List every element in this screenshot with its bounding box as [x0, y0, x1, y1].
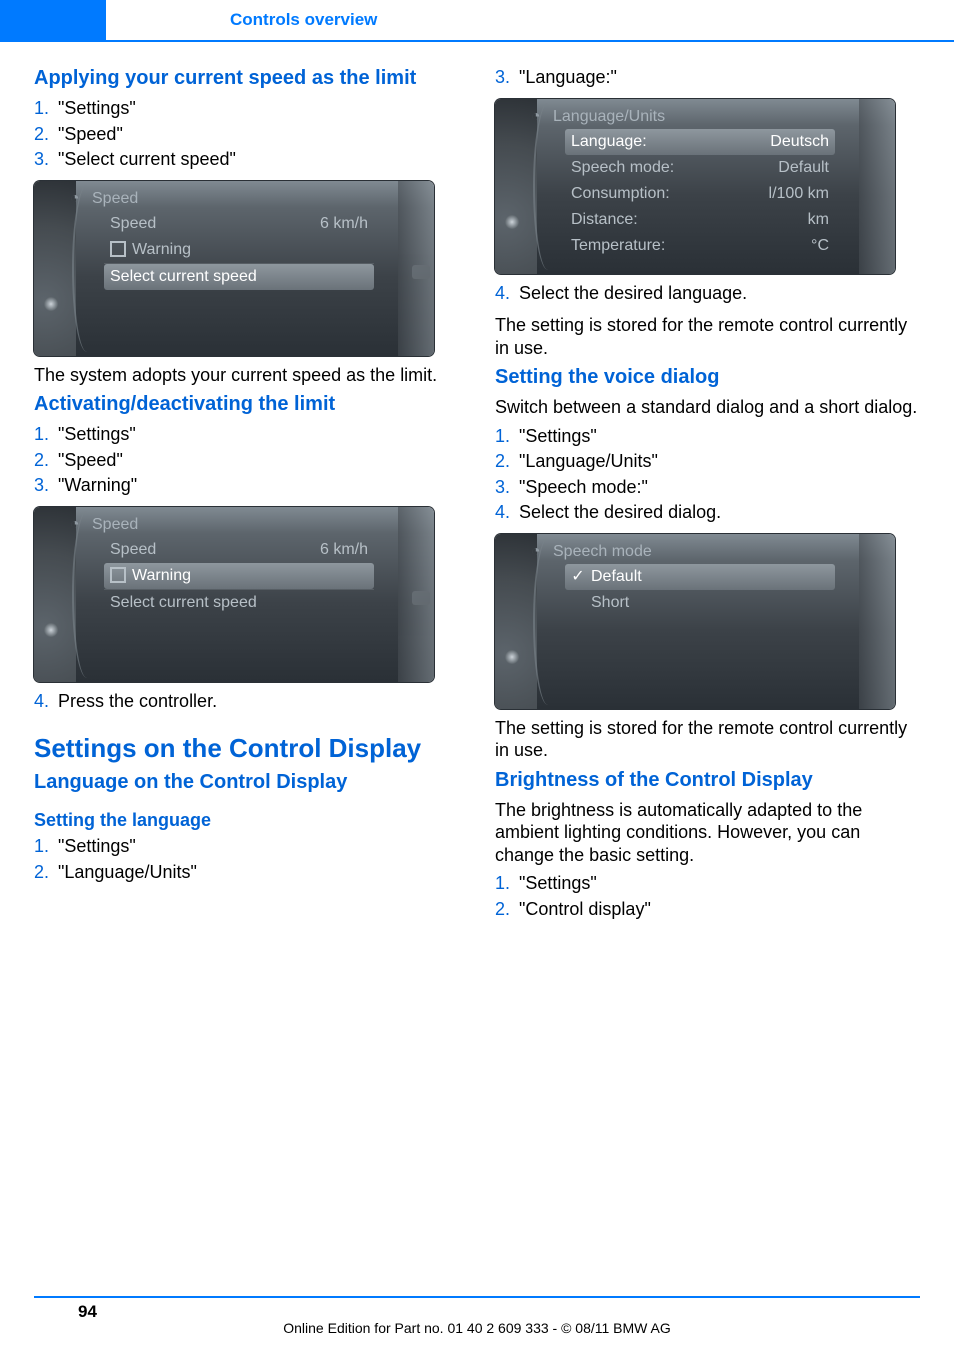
step-number: 1. [34, 835, 58, 858]
step-number: 3. [495, 66, 519, 89]
checkbox-icon [110, 567, 126, 583]
heading-brightness: Brightness of the Control Display [495, 768, 920, 793]
gauge-icon: ◔ [70, 189, 80, 209]
mock-row-value: 6 km/h [320, 540, 368, 560]
steps-press-controller: 4.Press the controller. [34, 690, 459, 713]
mock-row-label: Speech mode: [571, 158, 674, 178]
step-number: 2. [495, 898, 519, 921]
left-column: Applying your current speed as the limit… [34, 62, 459, 930]
mock-row-value: 6 km/h [320, 214, 368, 234]
step-number: 4. [495, 282, 519, 305]
step-text: Select the desired dialog. [519, 501, 920, 524]
heading-setting-language: Setting the language [34, 809, 459, 832]
mock-row-value: Default [778, 158, 829, 178]
paragraph: The system adopts your current speed as … [34, 364, 459, 387]
heading-voice-dialog: Setting the voice dialog [495, 365, 920, 390]
paragraph: The brightness is automatically adapted … [495, 799, 920, 867]
header-section: Controls [0, 0, 190, 40]
gauge-icon: ◔ [531, 107, 541, 127]
mock-row-label: Warning [132, 567, 191, 584]
steps-select-language: 4.Select the desired language. [495, 282, 920, 305]
step-text: "Settings" [58, 835, 459, 858]
step-number: 2. [34, 861, 58, 884]
mock-row-label: Speed [110, 540, 156, 560]
step-text: "Settings" [519, 425, 920, 448]
step-number: 3. [34, 148, 58, 171]
step-text: "Language/Units" [58, 861, 459, 884]
paragraph: The setting is stored for the remote con… [495, 717, 920, 762]
screenshot-speed-warning: ◔ Speed Speed 6 km/h Warning Select curre… [34, 507, 434, 682]
step-number: 1. [495, 425, 519, 448]
steps-language-continued: 3."Language:" [495, 66, 920, 89]
step-text: "Language:" [519, 66, 920, 89]
header-bar: Controls Controls overview [0, 0, 954, 40]
mock-row-value: l/100 km [769, 184, 829, 204]
screenshot-speech-mode: ◔ Speech mode ✓ Default Short [495, 534, 895, 709]
step-text: "Settings" [58, 97, 459, 120]
right-column: 3."Language:" ◔ Language/Units Language:… [495, 62, 920, 930]
mock-title: Speed [92, 515, 138, 535]
steps-set-language: 1."Settings" 2."Language/Units" [34, 835, 459, 883]
mock-title: Speed [92, 189, 138, 209]
step-number: 2. [34, 123, 58, 146]
screenshot-language-units: ◔ Language/Units Language: Deutsch Speech… [495, 99, 895, 274]
footer-text: Online Edition for Part no. 01 40 2 609 … [0, 1320, 954, 1336]
header-subsection: Controls overview [230, 10, 377, 30]
mock-row-label: Select current speed [110, 593, 257, 613]
checkbox-icon [110, 241, 126, 257]
paragraph: The setting is stored for the remote con… [495, 314, 920, 359]
step-text: "Warning" [58, 474, 459, 497]
step-text: "Select current speed" [58, 148, 459, 171]
paragraph: Switch between a standard dialog and a s… [495, 396, 920, 419]
mock-row-value: °C [811, 236, 829, 256]
mock-title: Language/Units [553, 107, 665, 127]
step-number: 1. [34, 423, 58, 446]
heading-applying-limit: Applying your current speed as the limit [34, 66, 459, 91]
footer-rule [34, 1296, 920, 1298]
step-number: 2. [495, 450, 519, 473]
gauge-icon: ◔ [70, 515, 80, 535]
step-text: "Control display" [519, 898, 920, 921]
steps-brightness: 1."Settings" 2."Control display" [495, 872, 920, 920]
mock-row-value: km [808, 210, 829, 230]
step-number: 3. [34, 474, 58, 497]
screenshot-speed-select: ◔ Speed Speed 6 km/h Warning Select curre… [34, 181, 434, 356]
step-number: 4. [495, 501, 519, 524]
step-number: 2. [34, 449, 58, 472]
mock-row-label: Speed [110, 214, 156, 234]
mock-row-label: Default [591, 568, 642, 585]
topic-settings-control-display: Settings on the Control Display [34, 734, 459, 764]
step-number: 1. [495, 872, 519, 895]
gauge-icon: ◔ [531, 542, 541, 562]
step-text: Select the desired language. [519, 282, 920, 305]
mock-title: Speech mode [553, 542, 652, 562]
heading-activating-limit: Activating/deactivating the limit [34, 392, 459, 417]
step-text: Press the controller. [58, 690, 459, 713]
step-text: "Settings" [58, 423, 459, 446]
step-text: "Speech mode:" [519, 476, 920, 499]
step-number: 3. [495, 476, 519, 499]
mock-row-label: Temperature: [571, 236, 665, 256]
heading-language-display: Language on the Control Display [34, 770, 459, 795]
step-text: "Settings" [519, 872, 920, 895]
steps-voice-dialog: 1."Settings" 2."Language/Units" 3."Speec… [495, 425, 920, 524]
mock-row-value: Deutsch [770, 132, 829, 152]
mock-row-label: Distance: [571, 210, 638, 230]
mock-row-label: Consumption: [571, 184, 670, 204]
mock-row-label: Short [591, 594, 629, 611]
steps-activating: 1."Settings" 2."Speed" 3."Warning" [34, 423, 459, 497]
mock-row-label: Warning [132, 241, 191, 258]
step-number: 1. [34, 97, 58, 120]
step-text: "Speed" [58, 123, 459, 146]
mock-row-label: Select current speed [110, 267, 257, 287]
page-number: 94 [78, 1302, 97, 1322]
step-number: 4. [34, 690, 58, 713]
mock-row-label: Language: [571, 132, 647, 152]
step-text: "Speed" [58, 449, 459, 472]
steps-applying: 1."Settings" 2."Speed" 3."Select current… [34, 97, 459, 171]
step-text: "Language/Units" [519, 450, 920, 473]
check-icon: ✓ [571, 567, 585, 587]
